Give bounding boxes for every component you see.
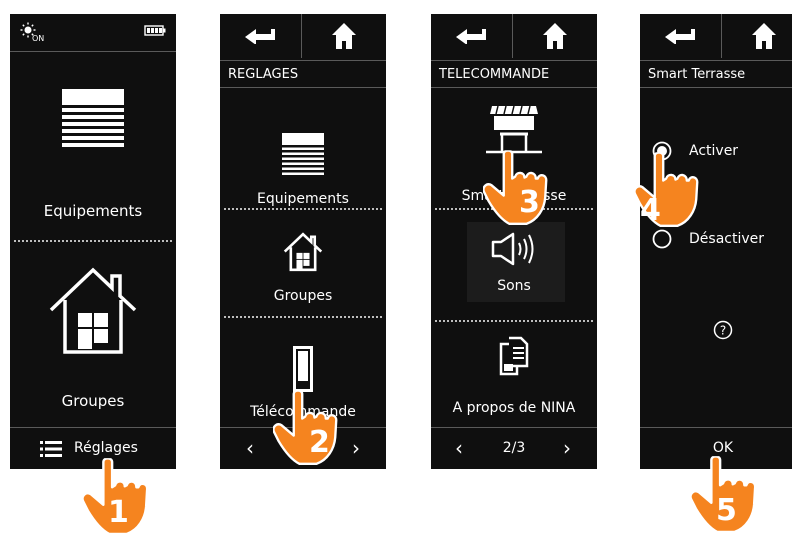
back-arrow-icon [244,29,275,44]
menu-item-label: Groupes [273,288,333,304]
menu-item-sons[interactable]: Sons [431,210,597,320]
step-4-hand: 4 [634,152,700,228]
page-title: TELECOMMANDE [431,60,597,88]
settings-label: Réglages [74,440,138,456]
back-button[interactable] [431,14,513,58]
menu-item-label: Equipements [43,202,143,220]
pager-bar: ‹ 2/3 › [431,427,597,469]
back-button[interactable] [220,14,302,58]
option-label: Désactiver [689,231,764,247]
radio-unselected-icon [652,229,672,249]
battery-icon [144,25,166,36]
step-number: 4 [640,193,661,228]
back-arrow-icon [455,29,486,44]
step-3-hand: 3 [483,150,549,226]
page-title: REGLAGES [220,60,386,88]
step-number: 2 [309,425,330,460]
menu-item-label: Equipements [257,191,349,207]
back-arrow-icon [664,29,695,44]
speaker-icon [491,232,534,266]
help-icon: ? [713,320,733,340]
home-button[interactable] [514,14,596,58]
step-number: 5 [716,493,737,528]
svg-text:?: ? [720,324,726,338]
step-number: 1 [108,495,129,530]
nav-bar [431,14,597,58]
back-button[interactable] [640,14,722,58]
step-2-hand: 2 [273,390,339,466]
menu-item-label: Groupes [61,392,125,410]
step-number: 3 [519,185,540,220]
home-screen: ON Equipements Groupes Réglages [10,14,176,469]
house-icon [283,232,323,272]
nav-bar [220,14,386,58]
prev-page-button[interactable]: ‹ [246,438,254,458]
house-icon [49,267,137,354]
nav-bar [640,14,792,58]
menu-item-groupes[interactable]: Groupes [220,210,386,316]
home-icon [543,23,567,49]
step-5-hand: 5 [690,456,758,534]
remote-icon [293,346,313,392]
step-1-hand: 1 [82,458,150,536]
page-indicator: 2/3 [502,440,526,456]
help-button[interactable]: ? [713,320,733,340]
menu-item-label: Sons [497,278,531,294]
status-bar: ON [10,14,176,50]
smart-terrasse-screen: Smart Terrasse Activer Désactiver ? OK [640,14,792,469]
home-button[interactable] [723,14,792,58]
menu-item-label: A propos de NINA [452,400,576,416]
menu-item-equipements[interactable]: Equipements [220,90,386,218]
home-icon [332,23,356,49]
documents-icon [499,336,529,376]
menu-item-groupes[interactable]: Groupes [10,242,176,427]
svg-text:ON: ON [32,34,44,42]
page-title: Smart Terrasse [640,60,792,88]
option-desactiver[interactable]: Désactiver [652,228,792,252]
blind-icon [62,89,124,147]
next-page-button[interactable]: › [563,438,571,458]
ok-label: OK [712,440,734,456]
blind-icon [282,133,324,175]
next-page-button[interactable]: › [352,438,360,458]
home-icon [752,23,776,49]
menu-item-a-propos[interactable]: A propos de NINA [431,322,597,426]
menu-item-equipements[interactable]: Equipements [10,52,176,240]
sun-on-icon: ON [20,22,44,42]
remote-screen: TELECOMMANDE Smart Terrasse Sons [431,14,597,469]
home-button[interactable] [303,14,385,58]
list-menu-icon [40,441,62,457]
